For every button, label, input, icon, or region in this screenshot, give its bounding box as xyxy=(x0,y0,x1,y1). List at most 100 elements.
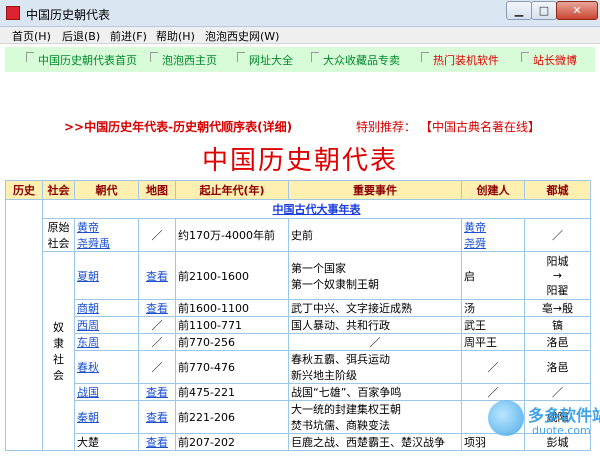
menu-bar: 首页(H) 后退(B) 前进(F) 帮助(H) 泡泡西史网(W) xyxy=(0,27,600,44)
header-founder: 创建人 xyxy=(461,180,525,200)
dynasty-cell: 大楚 xyxy=(74,433,139,451)
dynasty-cell: 春秋 xyxy=(74,350,139,384)
link-paopao-home[interactable]: 泡泡西主页 xyxy=(150,52,217,68)
dynasty-cell: 西周 xyxy=(74,316,139,334)
map-link[interactable]: 查看 xyxy=(146,436,168,449)
map-cell: 查看 xyxy=(138,400,176,434)
map-cell: ／ xyxy=(138,316,176,334)
dynasty-link[interactable]: 西周 xyxy=(77,319,99,332)
dynasty-link[interactable]: 夏朝 xyxy=(77,270,99,283)
header-society: 社会 xyxy=(42,180,75,200)
history-column-cell xyxy=(5,199,43,451)
section-title-link[interactable]: 中国古代大事年表 xyxy=(273,203,361,216)
events-cell: 战国“七雄”、百家争鸣 xyxy=(288,383,462,401)
header-history: 历史 xyxy=(5,180,43,200)
events-cell: 大一统的封建集权王朝 焚书坑儒、商鞅变法 xyxy=(288,400,462,434)
watermark-logo-icon xyxy=(488,400,524,436)
link-site-directory[interactable]: 网址大全 xyxy=(237,52,293,68)
years-cell: 前221-206 xyxy=(175,400,289,434)
dynasty-link[interactable]: 战国 xyxy=(77,386,99,399)
founder-link[interactable]: 黄帝 xyxy=(464,221,486,234)
dynasty-cell: 东周 xyxy=(74,333,139,351)
table-row: 东周 ／ 前770-256 ／ 周平王 洛邑 xyxy=(6,333,591,351)
section-title-cell: 中国古代大事年表 xyxy=(42,199,591,219)
maximize-button[interactable]: □ xyxy=(531,1,557,20)
promo-link[interactable]: >>中国历史年代表-历史朝代顺序表(详细) xyxy=(64,118,292,135)
years-cell: 前1600-1100 xyxy=(175,299,289,317)
events-cell: 第一个国家 第一个奴隶制王朝 xyxy=(288,251,462,300)
minimize-button[interactable]: ▁ xyxy=(506,1,532,20)
map-cell: ／ xyxy=(138,350,176,384)
events-cell: 巨鹿之战、西楚霸王、楚汉战争 xyxy=(288,433,462,451)
map-link[interactable]: 查看 xyxy=(146,386,168,399)
link-history-home[interactable]: 中国历史朝代表首页 xyxy=(26,52,137,68)
society-cell-slave: 奴 隶 社 会 xyxy=(42,251,75,451)
dynasty-link[interactable]: 尧舜禹 xyxy=(77,237,110,250)
founder-cell: 周平王 xyxy=(461,333,525,351)
founder-cell: 启 xyxy=(461,251,525,300)
map-cell: ／ xyxy=(138,218,176,252)
menu-home[interactable]: 首页(H) xyxy=(12,28,51,44)
link-collectibles[interactable]: 大众收藏品专卖 xyxy=(311,52,400,68)
map-cell: 查看 xyxy=(138,299,176,317)
dynasty-link[interactable]: 东周 xyxy=(77,336,99,349)
menu-help[interactable]: 帮助(H) xyxy=(156,28,195,44)
checkbox-icon xyxy=(150,52,158,62)
map-link[interactable]: 查看 xyxy=(146,411,168,424)
table-header-row: 历史 社会 朝代 地图 起止年代(年) 重要事件 创建人 都城 xyxy=(5,180,591,200)
header-events: 重要事件 xyxy=(288,180,462,200)
menu-forward[interactable]: 前进(F) xyxy=(110,28,147,44)
menu-back[interactable]: 后退(B) xyxy=(62,28,100,44)
table-row: 原始社会 黄帝 尧舜禹 ／ 约170万-4000年前 史前 黄帝 尧舜 ／ xyxy=(6,218,591,252)
close-button[interactable]: ✕ xyxy=(556,1,598,20)
watermark: 多多软件站 duote.com xyxy=(488,396,600,446)
table-row: 春秋 ／ 前770-476 春秋五霸、弭兵运动 新兴地主阶级 ／ 洛邑 xyxy=(6,350,591,384)
events-cell: 武丁中兴、文字接近成熟 xyxy=(288,299,462,317)
dynasty-link[interactable]: 商朝 xyxy=(77,302,99,315)
years-cell: 前475-221 xyxy=(175,383,289,401)
dynasty-link[interactable]: 春秋 xyxy=(77,361,99,374)
map-link[interactable]: 查看 xyxy=(146,302,168,315)
page-title: 中国历史朝代表 xyxy=(201,146,398,176)
recommend-link[interactable]: 【中国古典名著在线】 xyxy=(420,118,540,135)
founder-cell: 汤 xyxy=(461,299,525,317)
events-cell: 国人暴动、共和行政 xyxy=(288,316,462,334)
window-title: 中国历史朝代表 xyxy=(26,8,111,22)
dynasty-link[interactable]: 黄帝 xyxy=(77,221,99,234)
recommend-label: 特别推荐： xyxy=(356,120,417,134)
years-cell: 前770-256 xyxy=(175,333,289,351)
app-icon xyxy=(6,6,20,20)
years-cell: 前770-476 xyxy=(175,350,289,384)
link-software[interactable]: 热门装机软件 xyxy=(421,52,499,68)
map-cell: 查看 xyxy=(138,383,176,401)
table-row: 商朝 查看 前1600-1100 武丁中兴、文字接近成熟 汤 亳→殷 xyxy=(6,299,591,317)
years-cell: 前207-202 xyxy=(175,433,289,451)
header-map: 地图 xyxy=(138,180,176,200)
dynasty-link[interactable]: 秦朝 xyxy=(77,411,99,424)
capital-cell: 洛邑 xyxy=(524,350,591,384)
link-weibo[interactable]: 站长微博 xyxy=(521,52,577,68)
events-cell: 史前 xyxy=(288,218,462,252)
founder-link[interactable]: 尧舜 xyxy=(464,237,486,250)
checkbox-icon xyxy=(26,52,34,62)
events-cell: ／ xyxy=(288,333,462,351)
table-row: 奴 隶 社 会 夏朝 查看 前2100-1600 第一个国家 第一个奴隶制王朝 启… xyxy=(6,251,591,451)
years-cell: 约170万-4000年前 xyxy=(175,218,289,252)
dynasty-cell: 黄帝 尧舜禹 xyxy=(74,218,139,252)
checkbox-icon xyxy=(521,52,529,62)
table-row: 西周 ／ 前1100-771 国人暴动、共和行政 武王 镐 xyxy=(6,316,591,334)
menu-website[interactable]: 泡泡西史网(W) xyxy=(205,28,279,44)
founder-cell: ／ xyxy=(461,350,525,384)
capital-cell: 镐 xyxy=(524,316,591,334)
header-dynasty: 朝代 xyxy=(74,180,139,200)
checkbox-icon xyxy=(311,52,319,62)
watermark-text: 多多软件站 xyxy=(528,406,600,425)
years-cell: 前1100-771 xyxy=(175,316,289,334)
capital-cell: 阳城 → 阳翟 xyxy=(524,251,591,300)
link-bar: 中国历史朝代表首页 泡泡西主页 网址大全 大众收藏品专卖 热门装机软件 站长微博 xyxy=(5,47,595,72)
dynasty-cell: 商朝 xyxy=(74,299,139,317)
capital-cell: ／ xyxy=(524,218,591,252)
map-link[interactable]: 查看 xyxy=(146,270,168,283)
section-row: 中国古代大事年表 xyxy=(5,199,591,451)
map-cell: 查看 xyxy=(138,433,176,451)
